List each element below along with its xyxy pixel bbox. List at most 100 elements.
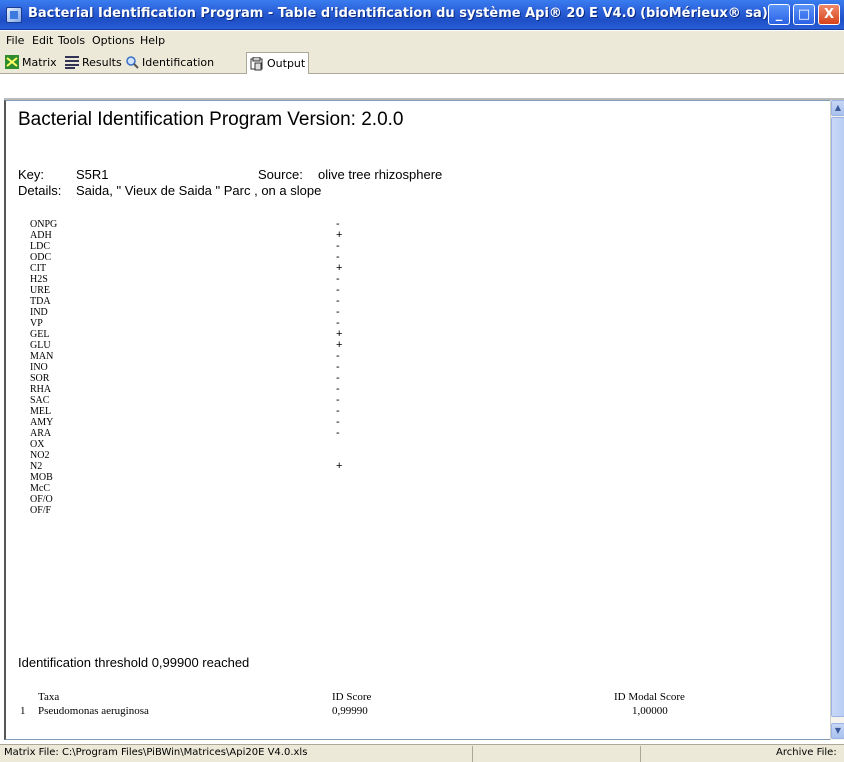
test-row: NO2 [30,450,370,461]
matrix-button[interactable]: Matrix [2,52,60,72]
test-row: OF/F [30,505,370,516]
test-row: VP - [30,318,370,330]
source-value: olive tree rhizosphere [318,167,443,182]
test-name: GEL [30,329,50,340]
menu-bar: File Edit Tools Options Help [0,31,844,50]
maximize-button[interactable]: □ [793,4,815,25]
output-report[interactable]: Bacterial Identification Program Version… [4,100,830,740]
test-row: RHA - [30,384,370,396]
identification-button[interactable]: Identification [122,52,217,72]
test-list: ONPG - ADH + LDC - ODC - CIT + H2S - URE - TDA -… [30,219,370,517]
output-button[interactable]: Output [246,52,310,74]
test-row: INO - [30,362,370,374]
results-label: Results [82,55,122,69]
test-name: CIT [30,263,47,274]
test-row: H2S - [30,274,370,286]
test-result: + [336,460,343,472]
identification-label: Identification [142,55,215,69]
key-label: Key: [18,167,45,182]
test-row: ARA - [30,427,370,440]
test-row: AMY - [30,417,370,429]
title-bar[interactable]: Bacterial Identification Program - Table… [0,0,844,30]
test-name: VP [30,318,43,329]
test-name: SOR [30,373,50,384]
test-row: SOR - [30,373,370,385]
test-name: TDA [30,296,51,307]
test-name: RHA [30,384,52,395]
results-icon [65,55,79,69]
test-name: MOB [30,472,53,483]
source-label: Source: [258,167,303,182]
test-row: URE - [30,285,370,297]
test-row: CIT + [30,263,370,275]
menu-tools[interactable]: Tools [58,34,85,47]
status-bar: Matrix File: C:\Program Files\PiBWin\Mat… [0,744,844,762]
report-heading: Bacterial Identification Program Version… [18,109,404,130]
test-name: MEL [30,406,52,417]
status-divider [640,746,641,762]
matrix-label: Matrix [22,55,57,69]
id-score-column-header: ID Score [332,691,372,703]
test-row: MOB [30,472,370,483]
test-row: GLU + [30,340,370,352]
result-id-score: 0,99990 [332,705,368,717]
test-name: LDC [30,241,50,252]
test-name: INO [30,362,48,373]
scrollbar-thumb[interactable] [831,117,844,717]
magnifier-icon [125,55,139,69]
test-name: OF/O [30,494,53,505]
test-row: LDC - [30,241,370,253]
test-name: ONPG [30,219,58,230]
scroll-up-arrow-icon[interactable]: ▲ [831,100,844,116]
test-row: ONPG - [30,219,370,231]
test-row: SAC - [30,395,370,407]
minimize-button[interactable]: _ [768,4,790,25]
test-name: IND [30,307,48,318]
details-label: Details: [18,183,62,198]
vertical-scrollbar[interactable]: ▲ ▼ [830,100,844,740]
close-button[interactable]: X [818,4,840,25]
test-name: NO2 [30,450,50,461]
test-name: ADH [30,230,52,241]
window-title: Bacterial Identification Program - Table… [28,6,768,21]
test-name: GLU [30,340,51,351]
test-name: MAN [30,351,54,362]
output-icon [250,56,264,71]
matrix-file-status: Matrix File: C:\Program Files\PiBWin\Mat… [4,747,308,758]
test-row: TDA - [30,296,370,308]
key-value: S5R1 [76,167,109,182]
result-taxa: Pseudomonas aeruginosa [38,705,149,717]
menu-help[interactable]: Help [140,34,165,47]
id-modal-score-column-header: ID Modal Score [614,691,685,703]
test-name: SAC [30,395,50,406]
test-name: AMY [30,417,54,428]
archive-file-status: Archive File: [776,747,837,758]
menu-file[interactable]: File [6,34,24,47]
results-button[interactable]: Results [62,52,125,72]
test-name: McC [30,483,50,494]
output-label: Output [267,57,306,70]
test-row: OF/O [30,494,370,505]
test-row: GEL + [30,329,370,341]
app-icon [6,7,22,23]
test-row: MAN - [30,351,370,363]
test-name: ARA [30,428,52,439]
result-rank: 1 [20,705,26,717]
test-name: ODC [30,252,52,263]
threshold-message: Identification threshold 0,99900 reached [18,655,250,670]
result-id-modal-score: 1,00000 [632,705,668,717]
test-row: ODC - [30,252,370,264]
menu-edit[interactable]: Edit [32,34,53,47]
test-name: OF/F [30,505,52,516]
test-row: McC [30,483,370,494]
taxa-column-header: Taxa [38,691,60,703]
toolbar: Matrix Results Identification Output [0,50,844,74]
scroll-down-arrow-icon[interactable]: ▼ [831,723,844,739]
test-row: MEL - [30,406,370,418]
test-name: OX [30,439,45,450]
matrix-icon [5,55,19,69]
test-result: - [336,427,340,439]
details-value: Saida, " Vieux de Saida " Parc , on a sl… [76,183,322,198]
menu-options[interactable]: Options [92,34,134,47]
test-row: IND - [30,307,370,319]
